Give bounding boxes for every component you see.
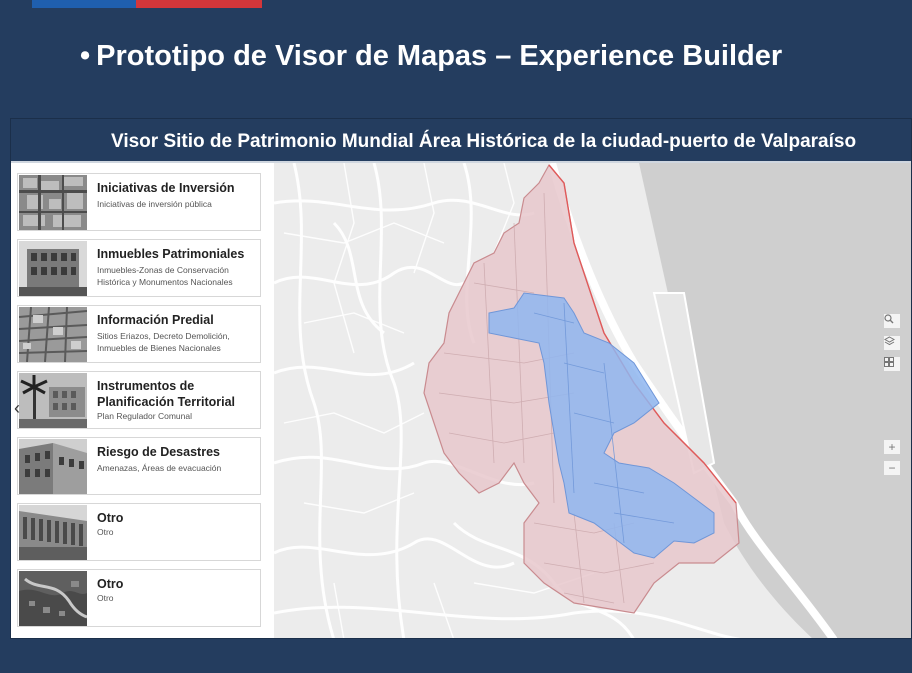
flag-stripe-blue [32,0,136,8]
sidebar-item-subtitle: Amenazas, Áreas de evacuación [97,463,222,473]
sidebar-item-title: Inmuebles Patrimoniales [97,247,245,261]
aerial-city-thumbnail [19,175,87,230]
zoom-in-button[interactable]: + [883,439,901,455]
map-canvas [274,163,911,638]
basemap-gallery-icon[interactable] [883,356,901,372]
heritage-building-thumbnail [19,241,87,296]
street-facade-thumbnail [19,439,87,494]
sidebar-item-informacion-predial[interactable]: Información Predial Sitios Eriazos, Decr… [17,305,261,363]
sidebar-item-iniciativas[interactable]: Iniciativas de Inversión Iniciativas de … [17,173,261,231]
layer-sidebar: Iniciativas de Inversión Iniciativas de … [11,163,273,638]
zoom-out-button[interactable]: − [883,460,901,476]
sidebar-item-title: Otro [97,577,124,591]
historic-building-thumbnail [19,505,87,560]
slide-title: • Prototipo de Visor de Mapas – Experienc… [80,40,782,73]
flag-stripe-red [136,0,262,8]
sidebar-item-otro-1[interactable]: Otro Otro [17,503,261,561]
sidebar-item-subtitle: Inmuebles-Zonas de Conservación Históric… [97,265,233,287]
sidebar-item-title: Información Predial [97,313,214,327]
sidebar-item-title: Otro [97,511,124,525]
slide-footer-band [0,639,912,673]
sidebar-item-riesgo[interactable]: Riesgo de Desastres Amenazas, Áreas de e… [17,437,261,495]
app-title: Visor Sitio de Patrimonio Mundial Área H… [111,131,857,152]
sidebar-item-subtitle: Plan Regulador Comunal [97,411,192,421]
aerial-hillside-thumbnail [19,571,87,626]
map-search-icon[interactable] [883,313,901,329]
sidebar-item-subtitle: Otro [97,527,114,537]
title-bullet: • [80,40,91,72]
sidebar-item-subtitle: Sitios Eriazos, Decreto Demolición, Inmu… [97,331,230,353]
collapse-left-chevron-icon[interactable]: ‹ [11,393,23,423]
sidebar-item-title: Instrumentos de Planificación Territoria… [97,379,236,409]
app-header: Visor Sitio de Patrimonio Mundial Área H… [11,119,911,163]
aerial-parcels-thumbnail [19,307,87,362]
slide-title-text: Prototipo de Visor de Mapas – Experience… [96,40,783,72]
plaza-palm-thumbnail [19,373,87,428]
layers-icon[interactable] [883,335,901,351]
sidebar-item-title: Riesgo de Desastres [97,445,220,459]
sidebar-item-instrumentos[interactable]: Instrumentos de Planificación Territoria… [17,371,261,429]
sidebar-item-subtitle: Iniciativas de inversión pública [97,199,212,209]
sidebar-item-title: Iniciativas de Inversión [97,181,235,195]
sidebar-item-inmuebles[interactable]: Inmuebles Patrimoniales Inmuebles-Zonas … [17,239,261,297]
sidebar-item-otro-2[interactable]: Otro Otro [17,569,261,627]
sidebar-item-subtitle: Otro [97,593,114,603]
map-view[interactable]: + − [274,163,911,638]
map-viewer-app: Visor Sitio de Patrimonio Mundial Área H… [10,118,912,639]
